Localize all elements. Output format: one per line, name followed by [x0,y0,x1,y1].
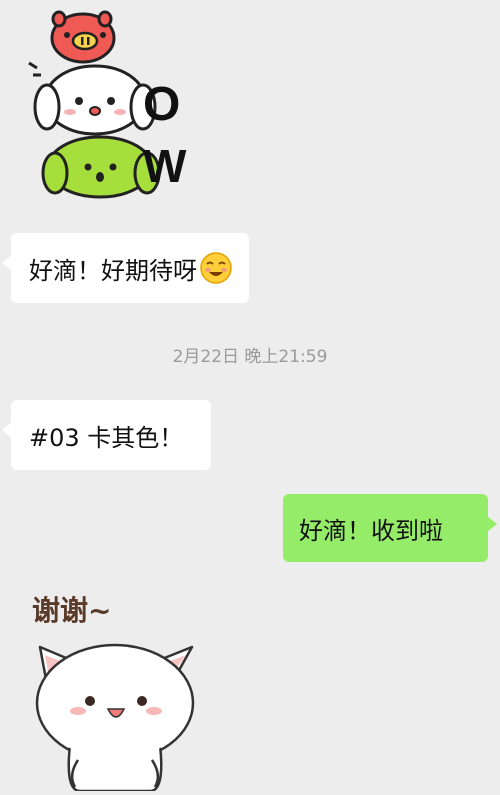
incoming-message-bubble[interactable]: 好滴！好期待呀 [2,233,249,303]
message-text: 好滴！收到啦 [299,516,443,545]
wow-sticker[interactable]: O W [25,5,200,205]
message-timestamp: 2月22日 晚上21:59 [172,347,328,367]
sticker-caption-w: W [143,140,187,192]
cat-sticker-image: 谢谢~ [32,594,195,793]
sticker-caption-o: O [143,78,180,131]
outgoing-message-bubble[interactable]: 好滴！收到啦 [283,494,497,562]
sticker-caption: 谢谢~ [32,594,111,627]
message-text: #03 卡其色！ [29,423,184,452]
smiling-face-emoji-icon [200,252,232,284]
incoming-message-bubble[interactable]: #03 卡其色！ [1,400,212,470]
pig-puppy-sticker-image: O W [28,10,187,199]
message-text: 好滴！好期待呀 [29,256,197,285]
thank-you-sticker[interactable]: 谢谢~ [20,585,210,793]
